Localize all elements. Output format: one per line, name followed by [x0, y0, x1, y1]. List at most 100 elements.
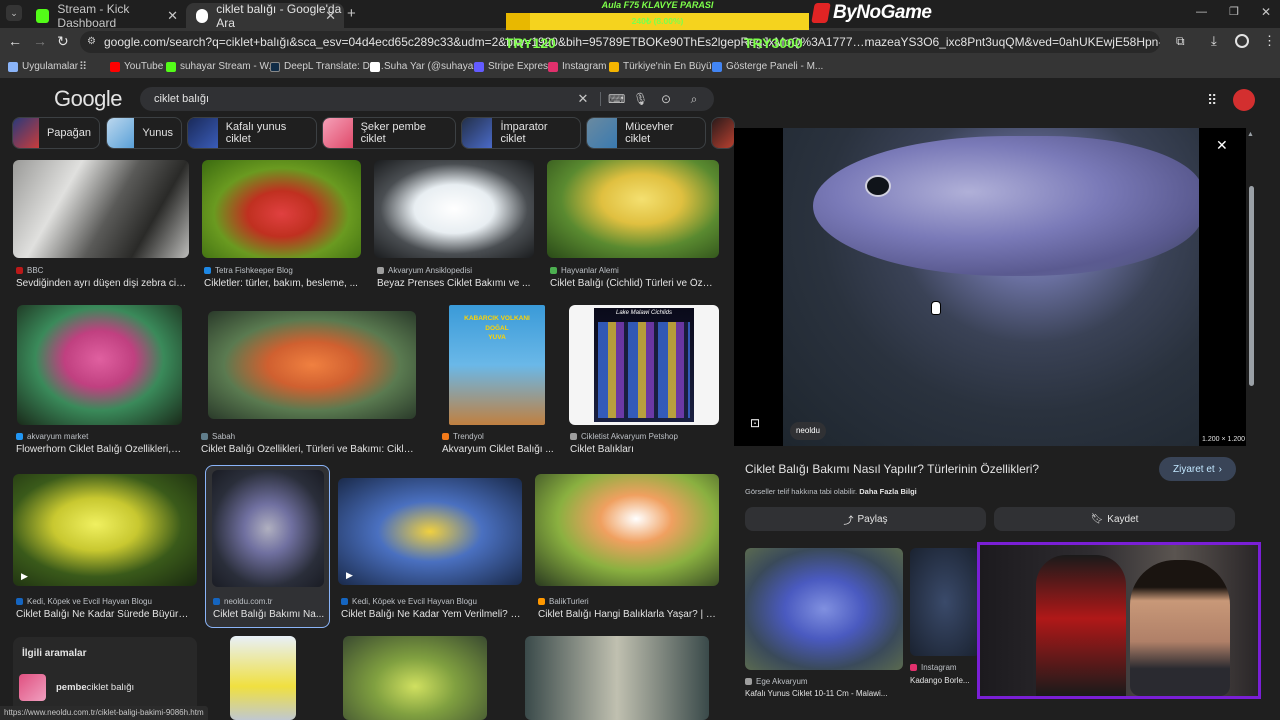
result-caption[interactable]: Ciklet Balığı Bakımı Na... — [213, 609, 325, 620]
google-logo[interactable]: Google — [54, 86, 122, 112]
related-source[interactable]: Ege Akvaryum — [745, 677, 808, 686]
result-caption[interactable]: Flowerhorn Ciklet Balığı Özellikleri, ..… — [16, 444, 182, 455]
scrollbar-thumb[interactable] — [1249, 186, 1254, 386]
result-source[interactable]: BalikTurleri — [538, 597, 589, 606]
result-source[interactable]: Tetra Fishkeeper Blog — [204, 266, 293, 275]
apps-grid-icon[interactable]: ⠿ — [1207, 92, 1217, 109]
result-source[interactable]: Sabah — [201, 432, 235, 441]
result-caption[interactable]: Beyaz Prenses Ciklet Bakımı ve ... — [377, 278, 533, 289]
result-image[interactable] — [202, 160, 361, 258]
chip-mucevher-ciklet[interactable]: Mücevher ciklet — [586, 117, 706, 149]
result-source[interactable]: Akvaryum Ansiklopedisi — [377, 266, 472, 275]
result-caption[interactable]: Ciklet Balığı Ne Kadar Sürede Büyür? ... — [16, 609, 192, 620]
chip-more[interactable] — [711, 117, 735, 149]
result-image[interactable] — [547, 160, 719, 258]
chip-papagan[interactable]: Papağan — [12, 117, 100, 149]
grid-icon[interactable]: ⠿ — [79, 60, 87, 73]
keyboard-icon[interactable]: ⌨ — [608, 92, 625, 106]
menu-icon[interactable]: ⋮ — [1263, 33, 1276, 49]
result-source[interactable]: BBC — [16, 266, 43, 275]
result-source[interactable]: Trendyol — [442, 432, 484, 441]
microphone-icon[interactable]: 🎙 — [633, 92, 648, 106]
bookmark-item[interactable]: Türkiye'nin En Büyü... — [609, 61, 720, 72]
maximize-button[interactable]: ❐ — [1229, 5, 1239, 18]
result-image[interactable] — [208, 311, 416, 419]
download-icon[interactable]: ⤓ — [1211, 33, 1217, 49]
lens-icon[interactable]: ⊙ — [659, 92, 673, 106]
notice-link[interactable]: Daha Fazla Bilgi — [859, 487, 917, 496]
bookmark-item[interactable]: DeepL Translate: Dü... — [270, 61, 384, 72]
result-image[interactable]: ▶ — [338, 478, 522, 585]
result-image[interactable] — [17, 305, 182, 425]
profile-icon[interactable] — [1235, 34, 1249, 48]
result-source[interactable]: Cikletist Akvaryum Petshop — [570, 432, 678, 441]
result-image[interactable] — [212, 470, 324, 587]
result-image[interactable]: KABARCIK VOLKANI DOĞAL YUVA — [449, 305, 545, 425]
bookmark-item[interactable]: Uygulamalar — [8, 61, 78, 72]
bookmark-item[interactable]: Suha Yar (@suhayar... — [370, 61, 484, 72]
result-image[interactable]: ▶ — [13, 474, 197, 586]
site-info-icon[interactable]: ⚙ — [87, 31, 96, 53]
result-caption[interactable]: Ciklet Balığı (Cichlid) Türleri ve Özell… — [550, 278, 716, 289]
result-caption[interactable]: Ciklet Balığı Hangi Balıklarla Yaşar? | … — [538, 609, 718, 620]
related-image[interactable] — [745, 548, 903, 670]
related-caption[interactable]: Kadango Borle... — [910, 676, 978, 685]
result-source[interactable]: Kedi, Köpek ve Evcil Hayvan Blogu — [341, 597, 477, 606]
scroll-up-icon[interactable]: ▲ — [1247, 131, 1254, 138]
visit-button[interactable]: Ziyaret et › — [1159, 457, 1236, 481]
result-image[interactable] — [13, 160, 189, 258]
preview-image[interactable] — [783, 128, 1199, 446]
close-tab-icon[interactable]: ✕ — [325, 8, 336, 24]
panel-title[interactable]: Ciklet Balığı Bakımı Nasıl Yapılır? Türl… — [745, 462, 1039, 476]
bookmark-item[interactable]: Instagram — [548, 61, 606, 72]
result-source[interactable]: Kedi, Köpek ve Evcil Hayvan Blogu — [16, 597, 152, 606]
bookmark-item[interactable]: Stripe Express — [474, 61, 553, 72]
result-image[interactable] — [535, 474, 719, 586]
back-icon[interactable]: ← — [8, 33, 22, 49]
related-image[interactable] — [910, 548, 980, 656]
result-caption[interactable]: Sevdiğinden ayrı düşen dişi zebra cik... — [16, 278, 188, 289]
share-button[interactable]: ⤴ Paylaş — [745, 507, 986, 531]
close-tab-icon[interactable]: ✕ — [167, 8, 178, 24]
search-input[interactable] — [154, 90, 554, 108]
related-source[interactable]: Instagram — [910, 663, 957, 672]
reload-icon[interactable]: ↻ — [57, 33, 69, 50]
forward-icon[interactable]: → — [33, 33, 47, 49]
bookmark-item[interactable]: YouTube — [110, 61, 163, 72]
result-source[interactable]: Hayvanlar Alemi — [550, 266, 619, 275]
tab-search-button[interactable]: ⌄ — [6, 5, 22, 21]
tab-kick-dashboard[interactable]: Stream - Kick Dashboard ✕ — [26, 2, 186, 30]
result-image[interactable] — [343, 636, 487, 720]
result-image[interactable] — [230, 636, 296, 720]
search-box[interactable]: ✕ ⌨ 🎙 ⊙ ⌕ — [140, 87, 714, 111]
result-image[interactable]: Lake Malawi Cichlids — [569, 305, 719, 425]
lens-search-icon[interactable]: ⊡ — [750, 416, 760, 430]
clear-icon[interactable]: ✕ — [576, 92, 590, 106]
bookmark-item[interactable]: suhayar Stream - W... — [166, 61, 277, 72]
chip-yunus[interactable]: Yunus — [106, 117, 182, 149]
save-button[interactable]: 🔖︎ Kaydet — [994, 507, 1235, 531]
result-source[interactable]: akvaryum market — [16, 432, 88, 441]
chip-kafali-yunus-ciklet[interactable]: Kafalı yunus ciklet — [187, 117, 317, 149]
search-icon[interactable]: ⌕ — [687, 92, 701, 106]
result-source[interactable]: neoldu.com.tr — [213, 597, 272, 606]
extensions-icon[interactable]: ⧉ — [1176, 34, 1185, 49]
result-caption[interactable]: Cikletler: türler, bakım, besleme, ... — [204, 278, 360, 289]
result-caption[interactable]: Akvaryum Ciklet Balığı ... — [442, 444, 554, 455]
chip-seker-pembe-ciklet[interactable]: Şeker pembe ciklet — [322, 117, 456, 149]
close-window-button[interactable]: ✕ — [1261, 5, 1271, 19]
minimize-button[interactable]: — — [1196, 6, 1207, 18]
new-tab-button[interactable]: + — [347, 5, 356, 22]
result-caption[interactable]: Ciklet Balığı Özellikleri, Türleri ve Ba… — [201, 444, 419, 455]
related-caption[interactable]: Kafalı Yunus Ciklet 10-11 Cm - Malawi... — [745, 689, 905, 698]
related-item[interactable]: pembe ciklet balığı — [19, 674, 134, 701]
result-image[interactable] — [374, 160, 534, 258]
close-panel-icon[interactable]: ✕ — [1216, 137, 1228, 154]
bookmark-item[interactable]: Gösterge Paneli - M... — [712, 61, 823, 72]
result-caption[interactable]: Ciklet Balıkları — [570, 444, 718, 455]
tab-google-search[interactable]: ciklet balığı - Google'da Ara ✕ — [186, 2, 344, 30]
avatar[interactable] — [1233, 89, 1255, 111]
result-image[interactable] — [525, 636, 709, 720]
address-bar[interactable]: ⚙ google.com/search?q=ciklet+balığı&sca_… — [80, 31, 1160, 53]
chip-imparator-ciklet[interactable]: İmparator ciklet — [461, 117, 581, 149]
